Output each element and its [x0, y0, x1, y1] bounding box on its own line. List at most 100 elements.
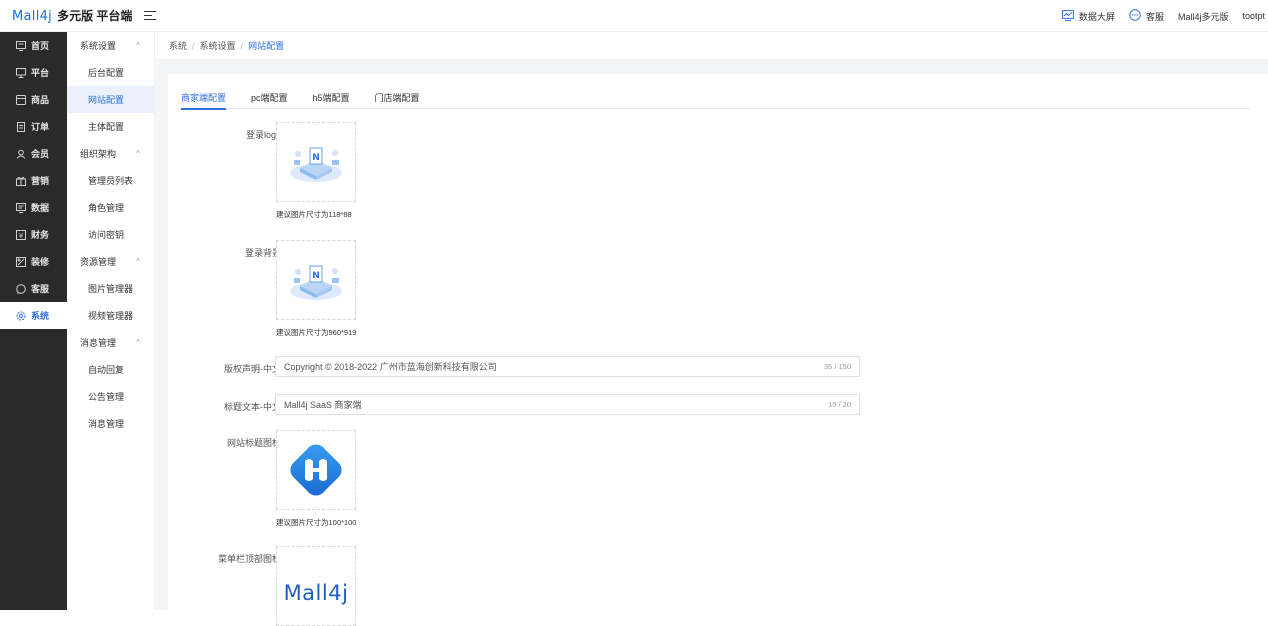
- config-tabs: 商家端配置 pc端配置 h5端配置 门店端配置: [181, 86, 1251, 110]
- submenu-item-entity-config[interactable]: 主体配置: [67, 113, 154, 140]
- sidebar-item-home[interactable]: 首页: [0, 32, 67, 59]
- favicon-label: 网站标题图标: [226, 438, 281, 448]
- submenu-group-label: 组织架构: [80, 149, 117, 159]
- title-text-char-count: 15 / 20: [828, 400, 851, 409]
- account-switcher[interactable]: Mall4j多元版: [1178, 10, 1229, 23]
- chevron-up-icon: ^: [136, 338, 140, 347]
- submenu-group-label: 消息管理: [80, 338, 117, 348]
- main-content: 系统 / 系统设置 / 网站配置 商家端配置 pc端配置 h5端配置 门店端配置…: [155, 32, 1268, 626]
- decorate-icon: [14, 256, 28, 267]
- platform-icon: [14, 67, 28, 78]
- user-menu[interactable]: tootpt: [1242, 11, 1265, 21]
- account-label: Mall4j多元版: [1177, 11, 1229, 22]
- submenu-group-organization[interactable]: 组织架构 ^: [67, 140, 154, 167]
- submenu-item-backend-config[interactable]: 后台配置: [67, 59, 154, 86]
- sidebar-item-label: 商品: [31, 95, 50, 105]
- top-bar: Mall4j 多元版 平台端 数据大屏 客服 Mall4j多元版 tootpt: [0, 0, 1268, 32]
- copyright-input[interactable]: Copyright © 2018-2022 广州市蓝海创新科技有限公司 35 /…: [275, 356, 860, 377]
- sidebar-item-label: 会员: [31, 149, 50, 159]
- sidebar-item-decorate[interactable]: 装修: [0, 248, 67, 275]
- sidebar-item-label: 平台: [31, 68, 50, 78]
- submenu-item-admin-list[interactable]: 管理员列表: [67, 167, 154, 194]
- chat-icon: [14, 283, 28, 294]
- favicon-hint: 建议图片尺寸为100*100: [276, 518, 357, 527]
- title-text-value: Mall4j SaaS 商家端: [284, 400, 362, 410]
- chevron-up-icon: ^: [136, 257, 140, 266]
- submenu-item-auto-reply[interactable]: 自动回复: [67, 356, 154, 383]
- finance-icon: ¥: [14, 229, 28, 240]
- favicon-upload[interactable]: [276, 430, 356, 510]
- customer-service-button[interactable]: 客服: [1129, 9, 1164, 23]
- sidebar-item-platform[interactable]: 平台: [0, 59, 67, 86]
- favicon-logo-icon: [290, 444, 342, 496]
- copyright-value: Copyright © 2018-2022 广州市蓝海创新科技有限公司: [284, 362, 497, 372]
- sidebar-item-label: 客服: [31, 284, 50, 294]
- goods-icon: [14, 94, 28, 105]
- submenu-item-access-keys[interactable]: 访问密钥: [67, 221, 154, 248]
- gear-icon: [14, 311, 28, 321]
- sidebar-item-system[interactable]: 系统: [0, 302, 67, 329]
- login-logo-hint: 建议图片尺寸为118*88: [276, 210, 352, 219]
- sidebar-item-label: 系统: [31, 311, 50, 321]
- svg-text:N: N: [312, 153, 320, 163]
- sidebar-item-finance[interactable]: ¥ 财务: [0, 221, 67, 248]
- customer-service-label: 客服: [1145, 11, 1164, 22]
- submenu-group-label: 资源管理: [80, 257, 117, 267]
- sidebar-item-label: 财务: [31, 230, 50, 240]
- sidebar-item-member[interactable]: 会员: [0, 140, 67, 167]
- data-icon: [14, 202, 28, 213]
- title-text-label: 标题文本-中文: [224, 402, 281, 412]
- sidebar-item-label: 装修: [31, 257, 50, 267]
- copyright-label: 版权声明-中文: [224, 364, 281, 374]
- submenu-item-role-management[interactable]: 角色管理: [67, 194, 154, 221]
- breadcrumb-item[interactable]: 系统: [169, 39, 187, 52]
- submenu-item-message-management[interactable]: 消息管理: [67, 410, 154, 437]
- submenu-item-site-config[interactable]: 网站配置: [67, 86, 154, 113]
- chat-bubble-icon: [1129, 9, 1141, 23]
- username-label: tootpt: [1242, 11, 1265, 21]
- login-bg-upload[interactable]: N: [276, 240, 356, 320]
- sidebar-item-label: 数据: [31, 203, 50, 213]
- brand-logo[interactable]: Mall4j 多元版 平台端: [12, 7, 132, 24]
- platform-title: 多元版 平台端: [57, 9, 133, 23]
- logo-text: Mall4j: [12, 9, 53, 24]
- sidebar-item-label: 首页: [31, 41, 50, 51]
- submenu-item-announcements[interactable]: 公告管理: [67, 383, 154, 410]
- data-screen-label: 数据大屏: [1078, 11, 1115, 22]
- member-icon: [14, 149, 28, 159]
- login-logo-upload[interactable]: N: [276, 122, 356, 202]
- submenu-item-video-manager[interactable]: 视频管理器: [67, 302, 154, 329]
- chevron-up-icon: ^: [136, 149, 140, 158]
- tab-store-config[interactable]: 门店端配置: [375, 86, 420, 109]
- submenu-group-resources[interactable]: 资源管理 ^: [67, 248, 154, 275]
- tab-pc-config[interactable]: pc端配置: [251, 86, 288, 109]
- sidebar: 首页 平台 商品 订单 会员 营销 数据 ¥ 财务 装修 客服 系统: [0, 32, 67, 610]
- data-screen-button[interactable]: 数据大屏: [1062, 9, 1115, 23]
- sidebar-item-label: 营销: [31, 176, 50, 186]
- submenu-group-messages[interactable]: 消息管理 ^: [67, 329, 154, 356]
- submenu: 系统设置 ^ 后台配置 网站配置 主体配置 组织架构 ^ 管理员列表 角色管理 …: [67, 32, 155, 610]
- menu-collapse-icon[interactable]: [144, 10, 157, 22]
- submenu-group-label: 系统设置: [80, 41, 117, 51]
- sidebar-item-order[interactable]: 订单: [0, 113, 67, 140]
- tab-merchant-config[interactable]: 商家端配置: [181, 86, 227, 110]
- isometric-illustration-icon: N: [290, 147, 342, 182]
- chevron-up-icon: ^: [136, 41, 140, 50]
- sidebar-item-marketing[interactable]: 营销: [0, 167, 67, 194]
- submenu-item-image-manager[interactable]: 图片管理器: [67, 275, 154, 302]
- title-text-input[interactable]: Mall4j SaaS 商家端 15 / 20: [275, 394, 860, 415]
- menu-icon-label: 菜单栏顶部图标: [217, 554, 281, 564]
- tab-h5-config[interactable]: h5端配置: [313, 86, 350, 109]
- copyright-char-count: 35 / 150: [823, 362, 851, 371]
- home-icon: [14, 40, 28, 51]
- breadcrumb-current: 网站配置: [248, 41, 285, 51]
- sidebar-item-data[interactable]: 数据: [0, 194, 67, 221]
- login-bg-hint: 建议图片尺寸为960*919: [276, 328, 357, 337]
- breadcrumb-item[interactable]: 系统设置: [200, 39, 236, 52]
- sidebar-item-service[interactable]: 客服: [0, 275, 67, 302]
- sidebar-item-goods[interactable]: 商品: [0, 86, 67, 113]
- isometric-illustration-icon: N: [290, 265, 342, 300]
- menu-icon-upload[interactable]: Mall4j: [276, 546, 356, 626]
- submenu-group-system-settings[interactable]: 系统设置 ^: [67, 32, 154, 59]
- breadcrumb: 系统 / 系统设置 / 网站配置: [155, 32, 1268, 59]
